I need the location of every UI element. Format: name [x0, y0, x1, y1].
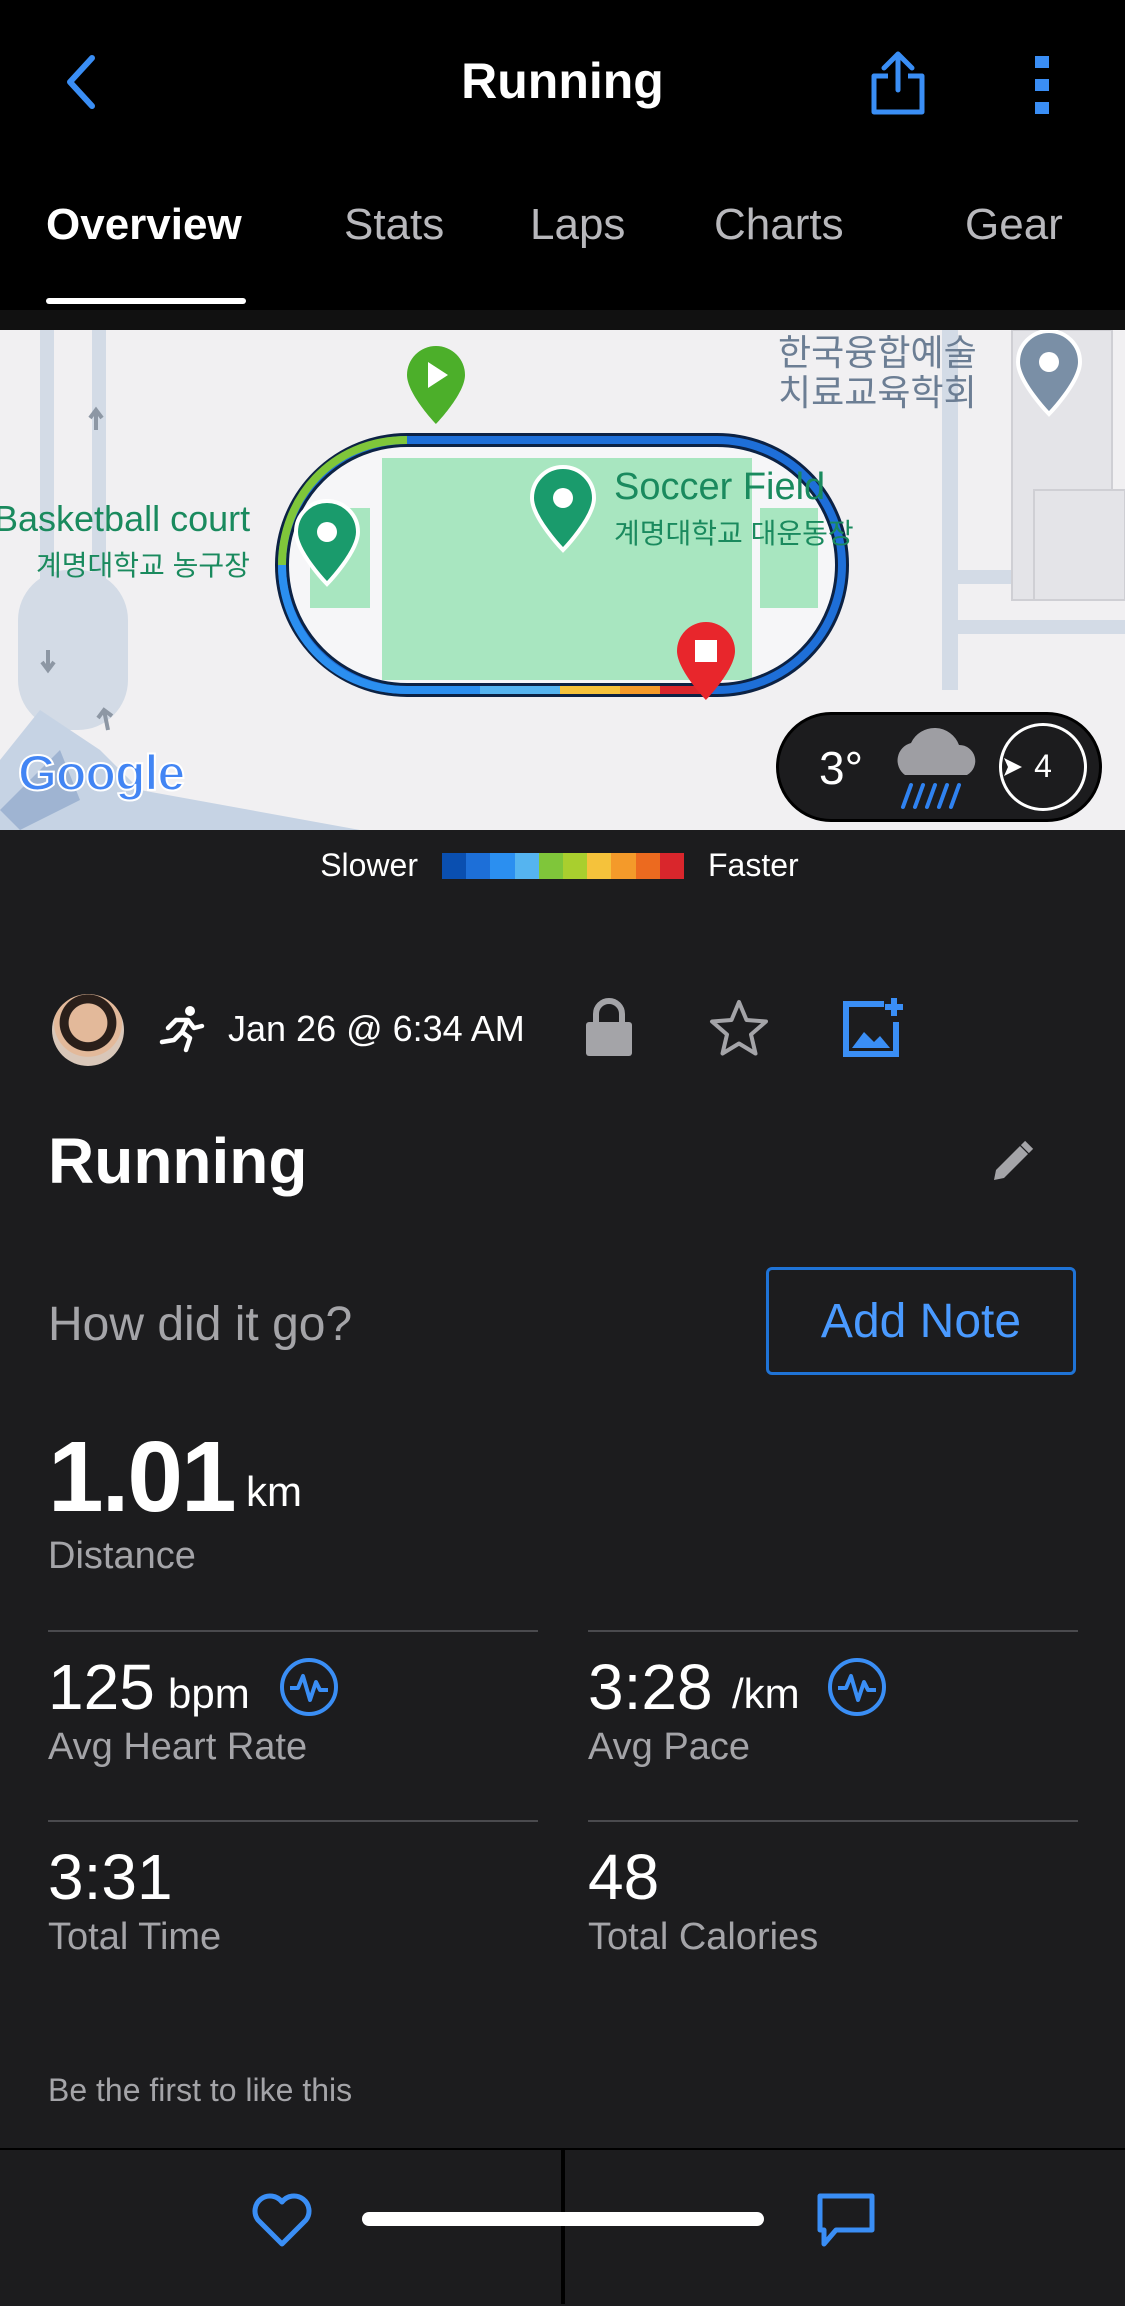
avg-pace-stat[interactable]: 3:28 /km Avg Pace: [588, 1650, 1078, 1770]
more-vertical-icon: [1035, 56, 1049, 114]
start-marker-icon: [407, 346, 465, 424]
comment-icon: [817, 2193, 875, 2247]
route-map[interactable]: Basketball court 계명대학교 농구장 Soccer Field …: [0, 330, 1125, 830]
location-pin-icon: [529, 465, 597, 553]
share-icon: [871, 51, 925, 115]
avatar[interactable]: [52, 994, 124, 1066]
edit-pencil-icon[interactable]: [990, 1140, 1034, 1184]
more-options-button[interactable]: [1030, 54, 1054, 116]
pace-legend-bar: [442, 853, 685, 879]
legend-swatch: [490, 853, 515, 879]
pace-label: Avg Pace: [588, 1726, 750, 1768]
divider: [48, 1820, 538, 1822]
tab-gear[interactable]: Gear: [965, 200, 1063, 250]
legend-swatch: [442, 853, 467, 879]
heart-rate-value: 125: [48, 1651, 155, 1723]
share-button[interactable]: [868, 50, 928, 116]
map-label: Basketball court: [0, 498, 251, 539]
wind-speed: 4: [1034, 748, 1052, 784]
heart-icon: [252, 2193, 312, 2247]
avg-heart-rate-stat[interactable]: 125 bpm Avg Heart Rate: [48, 1650, 538, 1770]
map-label: 치료교육학회: [778, 372, 977, 413]
pace-chart-icon[interactable]: [826, 1656, 888, 1718]
heart-rate-unit: bpm: [168, 1670, 250, 1717]
legend-swatch: [563, 853, 588, 879]
active-tab-indicator: [46, 298, 246, 304]
heart-rate-chart-icon[interactable]: [278, 1656, 340, 1718]
page-title: Running: [461, 53, 664, 109]
divider: [588, 1630, 1078, 1632]
divider: [588, 1820, 1078, 1822]
distance-label: Distance: [48, 1535, 196, 1577]
legend-swatch: [611, 853, 636, 879]
time-value: 3:31: [48, 1841, 173, 1913]
heart-rate-label: Avg Heart Rate: [48, 1726, 308, 1768]
calories-value: 48: [588, 1841, 660, 1913]
rain-cloud-icon: [897, 727, 976, 809]
google-logo: Google: [17, 744, 186, 802]
running-icon: [159, 1006, 205, 1053]
wind-indicator: 4: [999, 723, 1087, 811]
calories-label: Total Calories: [588, 1916, 819, 1958]
how-did-it-go-prompt: How did it go?: [48, 1298, 353, 1351]
location-pin-icon: [293, 499, 361, 587]
legend-swatch: [538, 853, 564, 879]
tab-stats[interactable]: Stats: [344, 200, 444, 250]
map-label: 계명대학교 농구장: [36, 550, 250, 581]
distance-unit: km: [246, 1468, 302, 1515]
temperature: 3°: [819, 742, 863, 794]
distance-value: 1.01: [48, 1421, 237, 1533]
tab-laps[interactable]: Laps: [530, 200, 625, 250]
activity-name: Running: [48, 1125, 308, 1197]
total-calories-stat: 48 Total Calories: [588, 1840, 1078, 1960]
legend-swatch: [466, 853, 491, 879]
pace-unit: /km: [732, 1670, 800, 1717]
legend-slower-label: Slower: [320, 847, 418, 883]
app-header: Running Overview Stats Laps Charts Gear: [0, 0, 1125, 310]
bottom-bar-divider: [561, 2150, 565, 2304]
legend-swatch: [587, 853, 612, 879]
legend-swatch: [635, 853, 660, 879]
map-label: Soccer Field: [614, 466, 826, 508]
lock-icon[interactable]: [584, 996, 634, 1058]
likes-text: Be the first to like this: [48, 2072, 353, 2108]
map-label: 계명대학교 대운동장: [614, 518, 854, 549]
location-pin-icon: [1015, 330, 1083, 417]
activity-date: Jan 26 @ 6:34 AM: [228, 1008, 525, 1049]
end-marker-icon: [677, 622, 735, 700]
pace-value: 3:28: [588, 1651, 713, 1723]
divider: [48, 1630, 538, 1632]
legend-swatch: [514, 853, 539, 879]
star-icon[interactable]: [708, 998, 770, 1058]
home-indicator: [362, 2212, 764, 2226]
header-separator: [0, 310, 1125, 330]
weather-badge[interactable]: 3° 4: [776, 712, 1102, 822]
legend-faster-label: Faster: [708, 847, 799, 883]
legend-swatch: [659, 853, 685, 879]
time-label: Total Time: [48, 1916, 222, 1958]
tab-charts[interactable]: Charts: [714, 200, 844, 250]
add-photo-icon[interactable]: [842, 996, 906, 1060]
add-note-button[interactable]: Add Note: [766, 1267, 1076, 1375]
total-time-stat: 3:31 Total Time: [48, 1840, 538, 1960]
tab-overview[interactable]: Overview: [46, 200, 242, 250]
